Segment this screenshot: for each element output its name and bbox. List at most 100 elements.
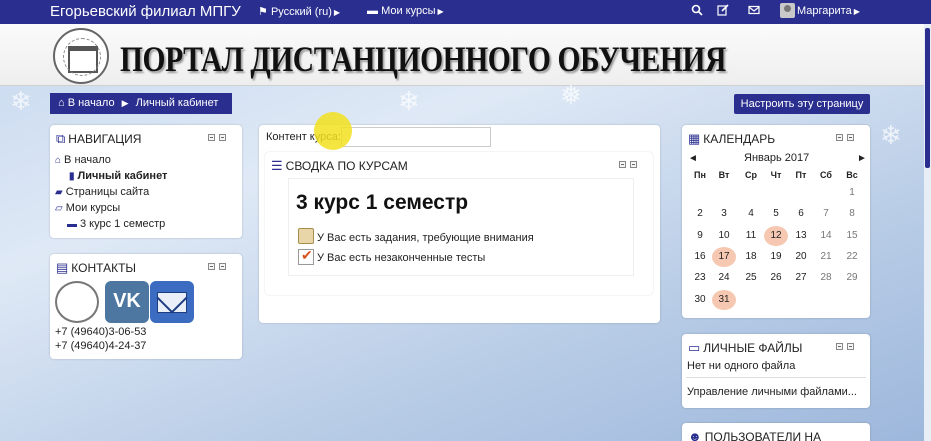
users-title: ПОЛЬЗОВАТЕЛИ НА — [704, 430, 822, 441]
calendar-weekday: Чт — [770, 170, 782, 180]
nav-item-home[interactable]: ⌂ В начало — [55, 154, 111, 166]
nav-item-label: Мои курсы — [65, 202, 121, 214]
university-logo[interactable] — [53, 28, 109, 84]
home-icon: ⌂ — [58, 97, 65, 109]
language-label: Русский (ru) — [270, 6, 332, 18]
edit-icon[interactable] — [717, 4, 729, 19]
calendar-event-day[interactable]: 31 — [712, 289, 736, 310]
calendar-weekday: Вс — [846, 170, 858, 180]
avatar[interactable] — [780, 3, 795, 18]
block-title: ▦ КАЛЕНДАРЬ — [688, 131, 775, 147]
calendar-day: 10 — [718, 229, 730, 241]
calendar-event-day[interactable]: 12 — [764, 225, 788, 246]
calendar-day: 2 — [697, 208, 703, 220]
breadcrumb-current[interactable]: Личный кабинет — [136, 97, 219, 109]
scrollbar-thumb[interactable] — [925, 28, 930, 168]
quiz-alert-link[interactable]: У Вас есть незаконченные тесты — [317, 252, 485, 264]
collapse-icon[interactable] — [208, 134, 215, 141]
calendar-day: 26 — [770, 272, 782, 284]
dock-icon[interactable] — [847, 134, 854, 141]
divider — [686, 377, 866, 378]
nav-item-label: В начало — [64, 154, 111, 166]
manage-files-link[interactable]: Управление личными файлами... — [687, 386, 857, 398]
files-title: ЛИЧНЫЕ ФАЙЛЫ — [703, 341, 803, 355]
calendar-day: 29 — [846, 272, 858, 284]
dock-icon[interactable] — [847, 343, 854, 350]
nav-item-label: 3 курс 1 семестр — [80, 218, 166, 230]
snowflake-decoration: ❄ — [398, 86, 420, 116]
assignment-icon — [298, 228, 314, 244]
calendar-weekday: Ср — [745, 170, 757, 180]
mail-icon[interactable] — [150, 281, 194, 323]
calendar-day: 22 — [846, 250, 858, 262]
user-menu[interactable]: Маргарита ▶ — [797, 5, 860, 17]
top-navbar: Егорьевский филиал МПГУ ⚑ Русский (ru) ▶ … — [0, 0, 931, 24]
calendar-day: 9 — [697, 229, 703, 241]
block-title: ☰ СВОДКА ПО КУРСАМ — [271, 158, 408, 174]
calendar-day: 7 — [823, 208, 829, 220]
calendar-day: 20 — [795, 250, 807, 262]
address-card-icon: ▤ — [56, 260, 69, 275]
nav-item-course[interactable]: ▬ 3 курс 1 семестр — [67, 218, 165, 230]
vk-icon[interactable]: VK — [105, 281, 149, 323]
my-courses-label: Мои курсы — [381, 5, 436, 17]
calendar-title: КАЛЕНДАРЬ — [703, 132, 776, 146]
online-users-block: ☻ ПОЛЬЗОВАТЕЛИ НА — [682, 423, 870, 441]
dock-icon[interactable] — [630, 161, 637, 168]
no-files-text: Нет ни одного файла — [687, 360, 796, 372]
bars-icon: ☰ — [271, 158, 283, 173]
nav-item-label: Страницы сайта — [65, 186, 150, 198]
collapse-icon[interactable] — [208, 263, 215, 270]
course-name-link[interactable]: 3 курс 1 семестр — [296, 191, 468, 215]
calendar-next-icon[interactable]: ► — [857, 153, 867, 164]
breadcrumb: ⌂ В начало ▶ Личный кабинет — [50, 93, 232, 114]
nav-item-label: Личный кабинет — [77, 170, 168, 182]
collapse-icon[interactable] — [619, 161, 626, 168]
home-icon: ⌂ — [55, 155, 62, 166]
snowflake-decoration: ❅ — [560, 80, 582, 110]
cursor-highlight — [314, 112, 352, 150]
block-title: ⧉ НАВИГАЦИЯ — [56, 131, 141, 147]
user-name: Маргарита — [797, 5, 852, 17]
calendar-day: 18 — [745, 250, 757, 262]
calendar-day: 13 — [795, 229, 807, 241]
overview-title: СВОДКА ПО КУРСАМ — [285, 159, 408, 173]
breadcrumb-home[interactable]: В начало — [68, 97, 115, 109]
search-icon[interactable] — [691, 4, 703, 19]
calendar-event-day[interactable]: 17 — [712, 246, 736, 267]
calendar-weekday: Пн — [694, 170, 706, 180]
folder-icon: ▰ — [55, 187, 63, 198]
site-brand[interactable]: Егорьевский филиал МПГУ — [50, 3, 241, 20]
flag-icon: ⚑ — [258, 6, 268, 18]
calendar-icon: ▦ — [688, 131, 701, 146]
nav-item-site-pages[interactable]: ▰ Страницы сайта — [55, 186, 149, 198]
calendar-day: 25 — [745, 272, 757, 284]
calendar-prev-icon[interactable]: ◄ — [688, 153, 698, 164]
nav-item-my-courses[interactable]: ▱ Мои курсы — [55, 202, 120, 214]
calendar-day: 3 — [721, 208, 727, 220]
customize-page-button[interactable]: Настроить эту страницу — [734, 94, 870, 114]
users-icon: ☻ — [688, 429, 702, 441]
assignment-alert-link[interactable]: У Вас есть задания, требующие внимания — [317, 232, 534, 244]
briefcase-icon: ▬ — [367, 5, 378, 17]
dock-icon[interactable] — [219, 263, 226, 270]
calendar-month[interactable]: Январь 2017 — [744, 152, 809, 164]
calendar-weekday: Пт — [795, 170, 807, 180]
calendar-day: 28 — [820, 272, 832, 284]
site-header: ПОРТАЛ ДИСТАНЦИОННОГО ОБУЧЕНИЯ — [0, 24, 931, 86]
university-seal-icon[interactable] — [55, 281, 99, 323]
course-content-field[interactable] — [341, 127, 491, 147]
envelope-icon[interactable] — [748, 4, 760, 19]
collapse-icon[interactable] — [836, 134, 843, 141]
sitemap-icon: ⧉ — [56, 131, 66, 146]
quiz-icon — [298, 247, 314, 265]
scrollbar[interactable] — [924, 24, 931, 441]
navigation-title: НАВИГАЦИЯ — [68, 132, 142, 146]
dock-icon[interactable] — [219, 134, 226, 141]
nav-item-dashboard[interactable]: ▮ Личный кабинет — [69, 170, 167, 182]
language-menu[interactable]: ⚑ Русский (ru) ▶ — [258, 5, 340, 18]
calendar-weekday: Вт — [718, 170, 730, 180]
calendar-day: 19 — [770, 250, 782, 262]
collapse-icon[interactable] — [836, 343, 843, 350]
my-courses-menu[interactable]: ▬ Мои курсы ▶ — [367, 5, 444, 17]
